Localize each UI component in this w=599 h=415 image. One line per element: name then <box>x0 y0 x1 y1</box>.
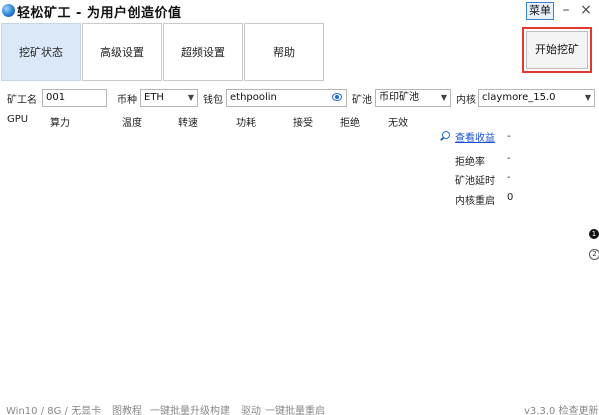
coin-select[interactable]: ETH ▼ <box>140 89 198 107</box>
column-header: 温度 <box>122 118 142 129</box>
app-logo-icon <box>2 4 15 17</box>
status-link-batch-restart[interactable]: 一键批量重启 <box>265 402 325 415</box>
version-check-update[interactable]: v3.3.0 检查更新 <box>524 402 599 415</box>
reject-rate-value: - <box>507 153 511 164</box>
column-header: 无效 <box>388 118 408 129</box>
chevron-down-icon: ▼ <box>584 93 591 102</box>
wallet-label: 钱包 <box>203 95 223 106</box>
title-bar: 轻松矿工 - 为用户创造价值 菜单 – × <box>0 0 599 22</box>
view-income-link[interactable]: 查看收益 <box>455 129 495 144</box>
tab-mining-status[interactable]: 挖矿状态 <box>1 23 81 81</box>
kernel-select[interactable]: claymore_15.0 ▼ <box>478 89 595 107</box>
gpu-table-header: GPU 算力 温度 转速 功耗 接受 拒绝 无效 <box>0 114 599 130</box>
status-link-driver[interactable]: 驱动 <box>241 402 261 415</box>
pool-select-value: 币印矿池 <box>379 92 419 103</box>
column-header: 算力 <box>50 118 70 129</box>
wallet-input[interactable]: ethpoolin <box>226 89 347 107</box>
pool-latency-value: - <box>507 172 511 183</box>
coin-label: 币种 <box>117 95 137 106</box>
pool-label: 矿池 <box>352 95 372 106</box>
status-link-batch-upgrade[interactable]: 一键批量升级构建 <box>150 402 230 415</box>
chevron-down-icon: ▼ <box>187 93 194 102</box>
column-header: 接受 <box>293 118 313 129</box>
start-mining-button[interactable]: 开始挖矿 <box>526 31 588 69</box>
main-tab-bar: 挖矿状态 高级设置 超频设置 帮助 <box>0 22 599 84</box>
search-icon <box>442 131 450 139</box>
config-row: 矿工名 001 币种 ETH ▼ 钱包 ethpoolin 矿池 币印矿池 ▼ … <box>0 87 599 109</box>
close-icon[interactable]: × <box>578 0 594 20</box>
pool-latency-label: 矿池延时 <box>455 176 495 187</box>
worker-name-label: 矿工名 <box>7 95 37 106</box>
window-title: 轻松矿工 - 为用户创造价值 <box>17 6 182 21</box>
kernel-select-value: claymore_15.0 <box>482 92 556 103</box>
reject-rate-label: 拒绝率 <box>455 157 485 168</box>
chevron-down-icon: ▼ <box>440 93 447 102</box>
worker-name-input[interactable]: 001 <box>42 89 107 107</box>
kernel-restart-label: 内核重启 <box>455 196 495 207</box>
column-header: GPU <box>7 114 29 125</box>
coin-select-value: ETH <box>144 92 164 103</box>
side-tab-2[interactable]: 2 <box>589 249 599 260</box>
status-link-tutorial[interactable]: 图教程 <box>112 402 142 415</box>
income-value: - <box>507 131 511 142</box>
tab-advanced-settings[interactable]: 高级设置 <box>82 23 162 81</box>
system-info-text: Win10 / 8G / 无显卡 <box>6 406 102 415</box>
kernel-restart-value: 0 <box>507 192 514 203</box>
tab-help[interactable]: 帮助 <box>244 23 324 81</box>
menu-button[interactable]: 菜单 <box>526 2 554 20</box>
column-header: 功耗 <box>236 118 256 129</box>
column-header: 拒绝 <box>340 118 360 129</box>
eye-icon[interactable] <box>332 93 342 101</box>
tab-overclock-settings[interactable]: 超频设置 <box>163 23 243 81</box>
column-header: 转速 <box>178 118 198 129</box>
status-bar: Win10 / 8G / 无显卡 图教程 一键批量升级构建 驱动 一键批量重启 … <box>0 398 599 415</box>
pool-select[interactable]: 币印矿池 ▼ <box>375 89 451 107</box>
side-tab-1[interactable]: 1 <box>589 229 599 239</box>
minimize-icon[interactable]: – <box>559 0 573 20</box>
kernel-label: 内核 <box>456 95 476 106</box>
